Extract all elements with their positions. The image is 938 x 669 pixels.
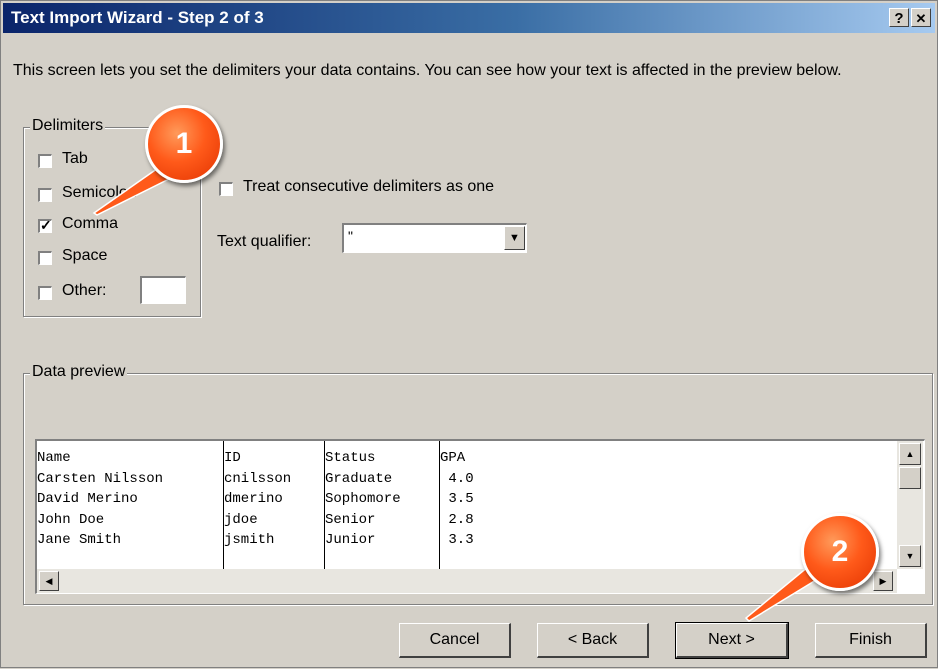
callout-arrows [92,165,823,622]
text-import-wizard-window: Text Import Wizard - Step 2 of 3 ? ✕ Thi… [0,0,938,668]
callout-2-badge: 2 [801,513,879,591]
callout-1-badge: 1 [145,105,223,183]
